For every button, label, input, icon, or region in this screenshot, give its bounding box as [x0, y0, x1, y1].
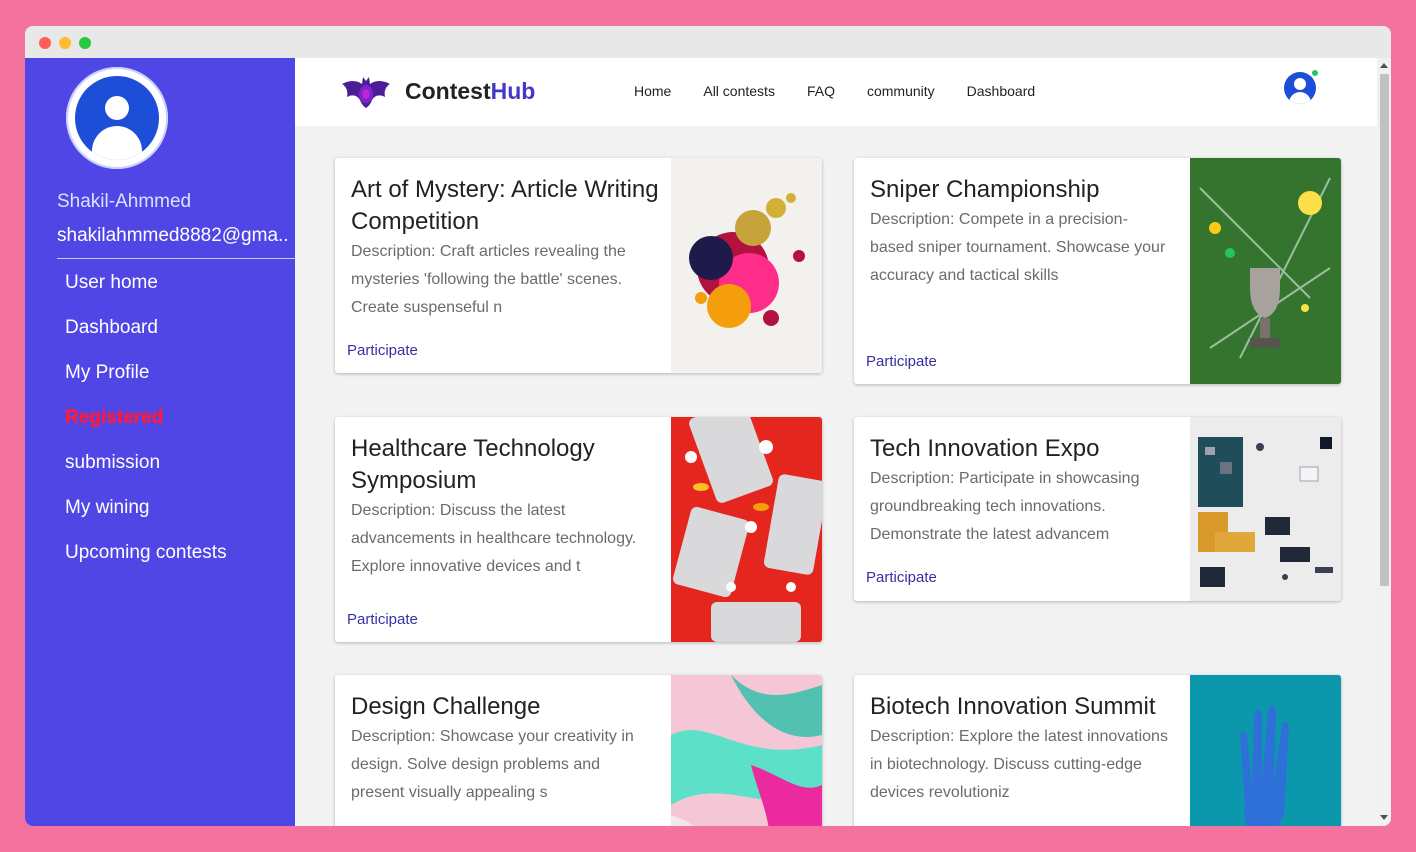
bat-logo-icon[interactable] — [341, 75, 391, 109]
user-name: Shakil-Ahmmed — [57, 191, 192, 212]
brand-name-accent: Hub — [490, 78, 536, 104]
brand-logo-text[interactable]: ContestHub — [405, 78, 535, 105]
browser-window: Shakil-Ahmmed shakilahmmed8882@gma.. Use… — [25, 26, 1391, 826]
top-navbar: ContestHub Home All contests FAQ communi… — [295, 58, 1377, 126]
sidebar-item-my-profile[interactable]: My Profile — [65, 360, 227, 405]
contest-card: Art of Mystery: Article Writing Competit… — [335, 158, 822, 373]
contest-description: Description: Discuss the latest advancem… — [351, 502, 637, 575]
contest-title: Design Challenge — [351, 693, 541, 720]
participate-link[interactable]: Participate — [866, 569, 937, 586]
nav-link-dashboard[interactable]: Dashboard — [967, 83, 1036, 99]
maximize-window-button[interactable] — [79, 37, 91, 49]
sidebar-nav: User home Dashboard My Profile Registere… — [65, 270, 227, 585]
sidebar: Shakil-Ahmmed shakilahmmed8882@gma.. Use… — [25, 58, 295, 826]
window-titlebar — [25, 26, 1391, 58]
contest-card: Tech Innovation Expo Description: Partic… — [854, 417, 1341, 601]
participate-link[interactable]: Participate — [347, 611, 418, 628]
online-status-dot — [1312, 70, 1318, 76]
contest-title: Biotech Innovation Summit — [870, 693, 1156, 720]
contest-image — [1190, 158, 1341, 384]
user-email: shakilahmmed8882@gma.. — [57, 225, 289, 246]
contest-description: Description: Compete in a precision-base… — [870, 211, 1166, 284]
sidebar-divider — [57, 258, 295, 259]
contest-image — [671, 417, 822, 642]
sidebar-item-upcoming-contests[interactable]: Upcoming contests — [65, 540, 227, 585]
close-window-button[interactable] — [39, 37, 51, 49]
contest-card: Sniper Championship Description: Compete… — [854, 158, 1341, 384]
top-nav-links: Home All contests FAQ community Dashboar… — [634, 83, 1067, 99]
sidebar-item-user-home[interactable]: User home — [65, 270, 227, 315]
user-avatar-icon — [75, 76, 159, 160]
contest-image — [1190, 417, 1341, 601]
page-scrollbar[interactable] — [1377, 58, 1391, 826]
nav-link-all-contests[interactable]: All contests — [703, 83, 775, 99]
nav-link-home[interactable]: Home — [634, 83, 671, 99]
contest-description: Description: Showcase your creativity in… — [351, 728, 634, 801]
contest-description: Description: Participate in showcasing g… — [870, 470, 1140, 543]
contest-card: Healthcare Technology Symposium Descript… — [335, 417, 822, 642]
contest-card: Design Challenge Description: Showcase y… — [335, 675, 822, 826]
contest-image — [671, 675, 822, 826]
scroll-up-arrow-icon[interactable] — [1380, 63, 1388, 68]
nav-link-community[interactable]: community — [867, 83, 935, 99]
sidebar-item-submission[interactable]: submission — [65, 450, 227, 495]
contest-title: Art of Mystery: Article Writing Competit… — [351, 176, 659, 235]
brand-name-main: Contest — [405, 78, 491, 104]
contest-card: Biotech Innovation Summit Description: E… — [854, 675, 1341, 826]
sidebar-item-my-wining[interactable]: My wining — [65, 495, 227, 540]
contest-title: Healthcare Technology Symposium — [351, 435, 595, 494]
contest-title: Sniper Championship — [870, 176, 1100, 203]
participate-link[interactable]: Participate — [866, 353, 937, 370]
minimize-window-button[interactable] — [59, 37, 71, 49]
contest-title: Tech Innovation Expo — [870, 435, 1100, 462]
nav-link-faq[interactable]: FAQ — [807, 83, 835, 99]
sidebar-item-dashboard[interactable]: Dashboard — [65, 315, 227, 360]
sidebar-avatar[interactable] — [66, 67, 168, 169]
contest-image — [671, 158, 822, 373]
contest-image — [1190, 675, 1341, 826]
main-content: ContestHub Home All contests FAQ communi… — [295, 58, 1377, 826]
profile-avatar-icon[interactable] — [1284, 72, 1316, 104]
contest-description: Description: Explore the latest innovati… — [870, 728, 1168, 801]
contest-description: Description: Craft articles revealing th… — [351, 243, 626, 316]
participate-link[interactable]: Participate — [347, 342, 418, 359]
sidebar-item-registered[interactable]: Registered — [65, 405, 227, 450]
scroll-thumb[interactable] — [1380, 74, 1389, 586]
scroll-down-arrow-icon[interactable] — [1380, 815, 1388, 820]
